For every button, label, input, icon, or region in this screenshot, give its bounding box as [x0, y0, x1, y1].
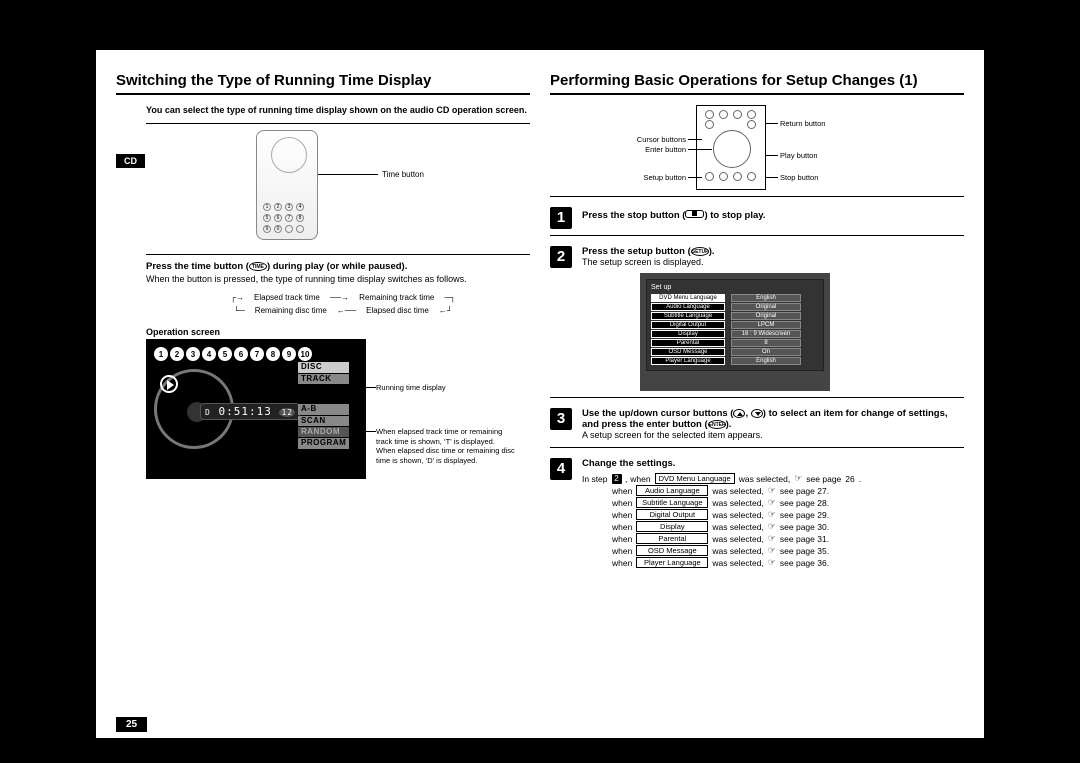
elapsed-callout: When elapsed track time or remaining tra…: [376, 427, 516, 465]
enter-button-icon: ENTER: [708, 420, 726, 429]
step-3: 3 Use the up/down cursor buttons (, ) to…: [550, 408, 964, 442]
step1-heading: Press the time button (TIME) during play…: [146, 261, 530, 272]
operation-screen-label: Operation screen: [146, 327, 530, 337]
time-button-icon: TIME: [249, 262, 267, 271]
left-title: Switching the Type of Running Time Displ…: [116, 72, 530, 89]
step1-body: When the button is pressed, the type of …: [146, 274, 530, 286]
track-numbers: 12345678910: [154, 347, 358, 361]
right-title: Performing Basic Operations for Setup Ch…: [550, 72, 964, 89]
running-time-callout: Running time display: [376, 383, 506, 392]
pointer-icon: ☞: [794, 473, 802, 484]
cursor-down-icon: [751, 409, 763, 418]
time-display-cycle: ┌→Elapsed track time──→Remaining track t…: [156, 293, 530, 315]
setup-button-icon: SETUP: [691, 247, 709, 256]
left-column: Switching the Type of Running Time Displ…: [116, 72, 530, 573]
step-2: 2 Press the setup button (SETUP). The se…: [550, 246, 964, 269]
settings-references: In step 2 , when DVD Menu Language was s…: [582, 473, 964, 568]
cursor-up-icon: [733, 409, 745, 418]
remote-diagram: Cursor buttons Enter button Setup button…: [650, 105, 810, 190]
left-intro: You can select the type of running time …: [146, 105, 530, 117]
step-number-3: 3: [550, 408, 572, 430]
manual-page: Switching the Type of Running Time Displ…: [96, 50, 984, 738]
stop-button-icon: [685, 210, 704, 218]
time-display: D 0:51:13 12: [200, 403, 300, 420]
page-number: 25: [116, 717, 147, 732]
step-4: 4 Change the settings. In step 2 , when …: [550, 458, 964, 569]
mode-tags: DISC TRACK A-B SCAN RANDOM PROGRAM: [298, 361, 349, 449]
step-1: 1 Press the stop button () to stop play.: [550, 207, 964, 229]
right-column: Performing Basic Operations for Setup Ch…: [550, 72, 964, 573]
setup-screen: Set up DVD Menu LanguageEnglishAudio Lan…: [640, 273, 830, 391]
operation-screen: 12345678910 D 0:51:13 12 DISC TRACK: [146, 339, 366, 479]
step-number-1: 1: [550, 207, 572, 229]
step-number-2: 2: [550, 246, 572, 268]
remote-illustration: 1234567890: [256, 130, 318, 240]
time-button-label: Time button: [382, 170, 424, 179]
step-number-4: 4: [550, 458, 572, 480]
